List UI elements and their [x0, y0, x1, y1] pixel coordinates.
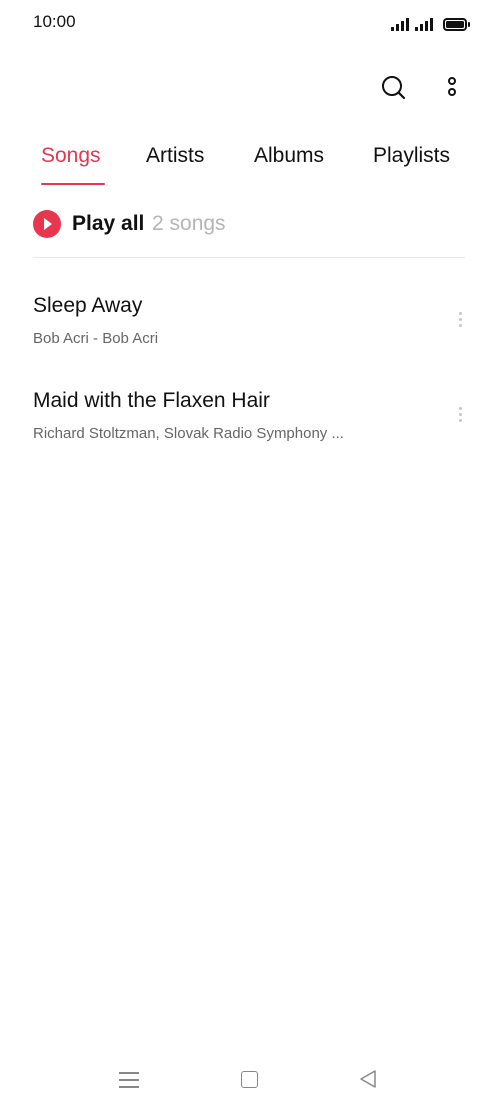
play-all-label: Play all: [72, 212, 145, 235]
song-list-item[interactable]: Sleep Away Bob Acri - Bob Acri: [0, 280, 499, 370]
more-vertical-icon: [448, 77, 456, 96]
song-more-icon[interactable]: [452, 401, 470, 425]
active-tab-indicator: [41, 183, 105, 185]
signal-icon: [415, 17, 433, 31]
back-icon[interactable]: [358, 1069, 378, 1089]
song-title: Maid with the Flaxen Hair: [33, 389, 270, 412]
play-icon: [33, 210, 61, 238]
divider: [33, 257, 465, 258]
more-options-button[interactable]: [440, 70, 464, 104]
tab-bar: Songs Artists Albums Playlists: [0, 138, 499, 190]
tab-artists[interactable]: Artists: [146, 144, 204, 168]
signal-icon: [391, 17, 409, 31]
song-more-icon[interactable]: [452, 306, 470, 330]
home-icon[interactable]: [241, 1071, 258, 1088]
song-artist: Richard Stoltzman, Slovak Radio Symphony…: [33, 425, 344, 442]
battery-icon: [443, 18, 470, 31]
search-button[interactable]: [376, 70, 410, 104]
song-title: Sleep Away: [33, 294, 143, 317]
tab-playlists[interactable]: Playlists: [373, 144, 450, 168]
status-icons: [391, 13, 470, 31]
search-icon: [382, 76, 406, 100]
song-artist: Bob Acri - Bob Acri: [33, 330, 159, 347]
menu-icon[interactable]: [119, 1070, 139, 1088]
tab-albums[interactable]: Albums: [254, 144, 324, 168]
song-list-item[interactable]: Maid with the Flaxen Hair Richard Stoltz…: [0, 375, 499, 465]
status-bar: 10:00: [0, 0, 499, 44]
play-all-button[interactable]: Play all 2 songs: [33, 207, 465, 243]
navigation-bar: [0, 1060, 499, 1100]
tab-songs[interactable]: Songs: [41, 144, 101, 168]
action-bar: [0, 60, 499, 112]
status-time: 10:00: [33, 12, 76, 31]
song-count: 2 songs: [152, 212, 226, 235]
